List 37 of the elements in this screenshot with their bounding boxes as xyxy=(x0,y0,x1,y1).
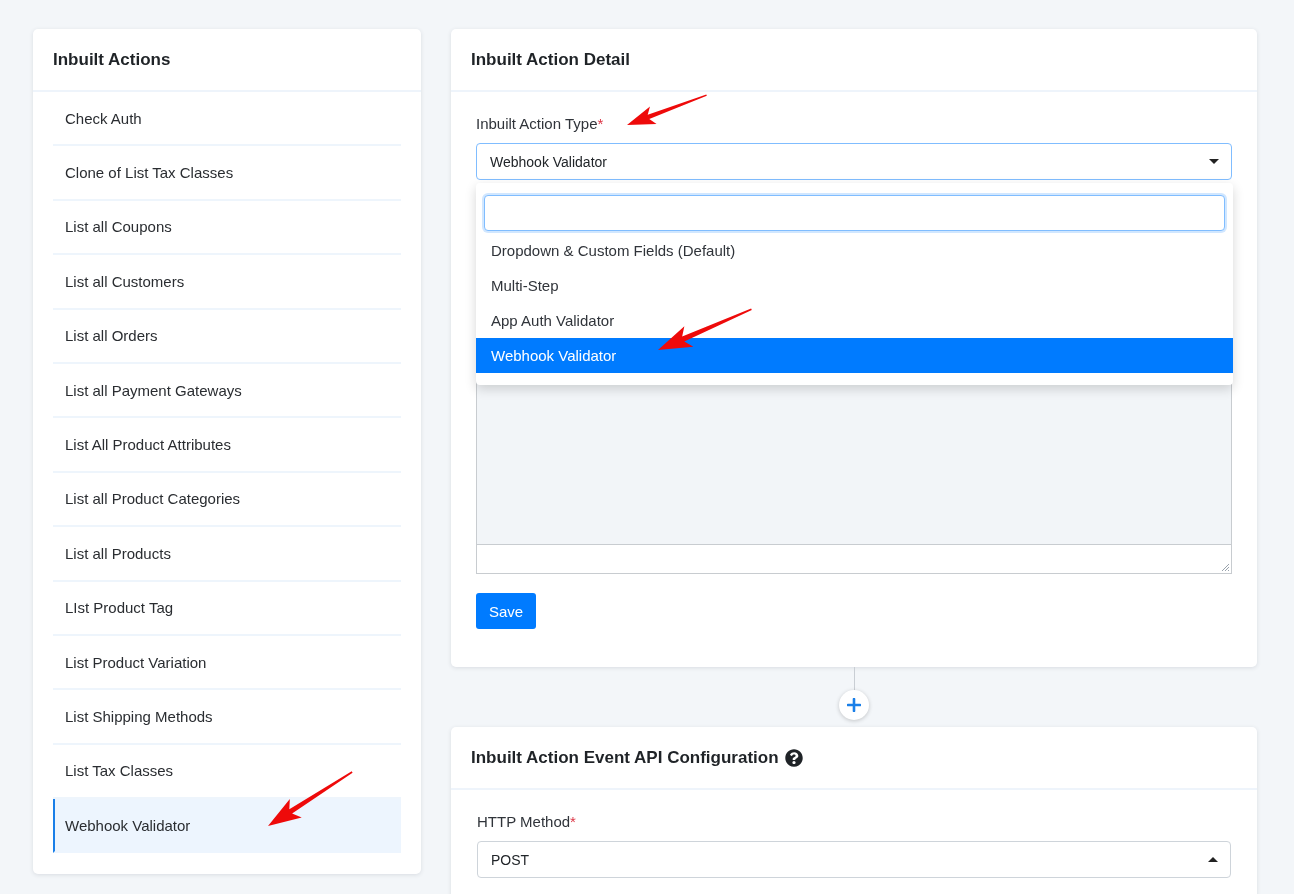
search-field[interactable] xyxy=(484,195,1225,231)
field-label: HTTP Method xyxy=(477,813,571,830)
panel-title: Inbuilt Action Event API Configuration xyxy=(471,747,779,768)
field-label: Inbuilt Action Type xyxy=(476,115,598,132)
annotation-arrow-icon xyxy=(656,307,754,353)
action-list-item[interactable]: List all Products xyxy=(53,527,401,582)
panel-title: Inbuilt Actions xyxy=(53,49,171,70)
caret-down-icon xyxy=(1209,159,1219,164)
action-list-item[interactable]: List all Orders xyxy=(53,309,401,364)
action-list-item[interactable]: Webhook Validator xyxy=(53,799,401,854)
annotation-arrow-icon xyxy=(266,770,354,828)
action-list-item[interactable]: List all Product Categories xyxy=(53,472,401,528)
action-list-item[interactable]: Check Auth xyxy=(53,92,401,147)
required-asterisk: * xyxy=(597,115,604,132)
dropdown-option[interactable]: Dropdown & Custom Fields (Default) xyxy=(476,233,1233,268)
action-list-item[interactable]: Clone of List Tax Classes xyxy=(53,146,401,201)
dropdown-option[interactable]: Webhook Validator xyxy=(476,338,1233,373)
action-list-item[interactable]: List all Customers xyxy=(53,255,401,310)
add-step-button[interactable] xyxy=(839,690,869,720)
dropdown-option[interactable]: App Auth Validator xyxy=(476,303,1233,338)
select-dropdown[interactable]: POST xyxy=(477,841,1231,878)
select-dropdown[interactable]: Webhook Validator xyxy=(476,143,1232,180)
action-list-item[interactable]: List all Payment Gateways xyxy=(53,363,401,419)
plus-icon xyxy=(847,698,861,712)
annotation-arrow-icon xyxy=(625,93,709,128)
help-icon[interactable] xyxy=(784,748,803,767)
dropdown-option[interactable]: Multi-Step xyxy=(476,268,1233,303)
save-button[interactable]: Save xyxy=(476,593,537,629)
action-list-item[interactable]: List Shipping Methods xyxy=(53,690,401,745)
action-list-item[interactable]: List all Coupons xyxy=(53,200,401,256)
resize-handle-icon[interactable] xyxy=(1221,563,1229,571)
caret-up-icon xyxy=(1208,857,1218,862)
panel-title: Inbuilt Action Detail xyxy=(471,49,630,70)
action-list-item[interactable]: List Product Variation xyxy=(53,635,401,691)
action-list-item[interactable]: List All Product Attributes xyxy=(53,418,401,473)
action-list-item[interactable]: LIst Product Tag xyxy=(53,581,401,636)
required-asterisk: * xyxy=(570,813,576,830)
